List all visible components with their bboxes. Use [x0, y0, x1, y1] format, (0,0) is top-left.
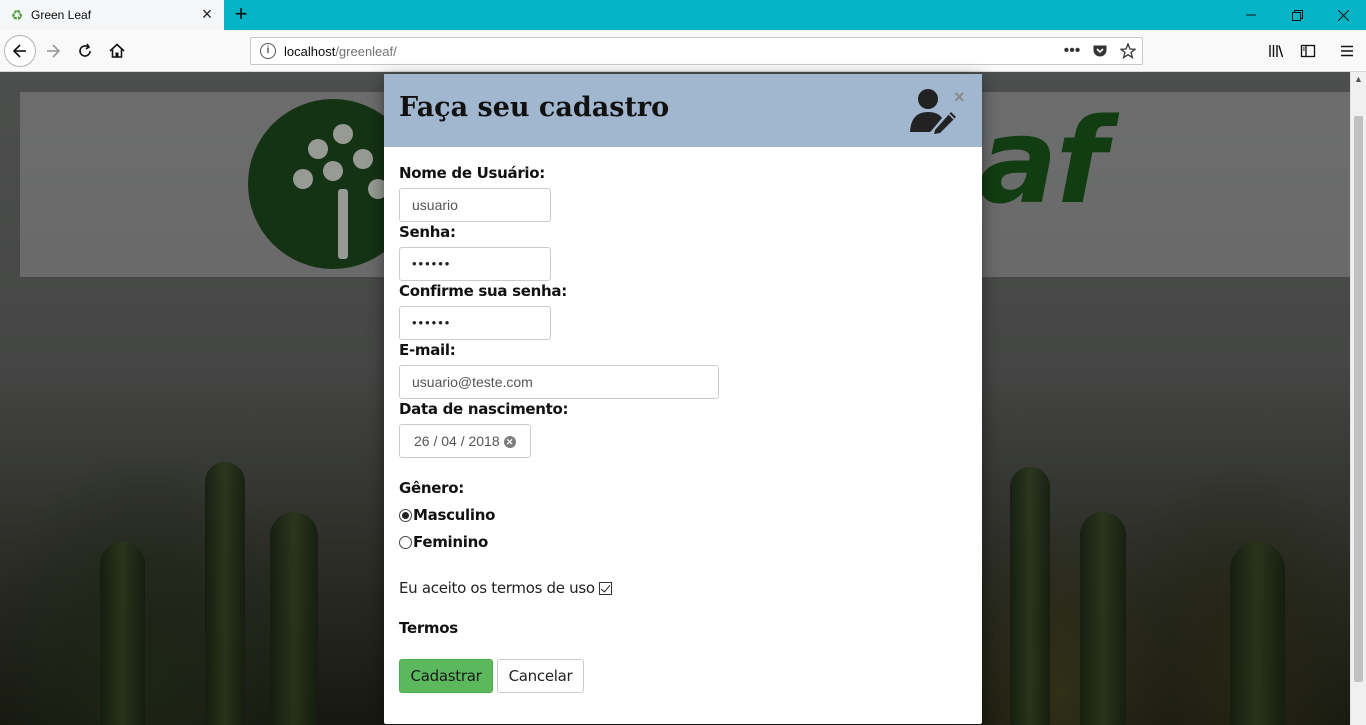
navigation-toolbar: i localhost/greenleaf/ ••• [0, 30, 1366, 72]
modal-header: Faça seu cadastro × [384, 74, 982, 147]
browser-tab[interactable]: ♻ Green Leaf × [0, 0, 224, 30]
tab-close-icon[interactable]: × [199, 5, 215, 23]
email-label: E-mail: [399, 341, 456, 359]
tab-title: Green Leaf [31, 8, 92, 22]
page-actions-icon[interactable]: ••• [1058, 42, 1086, 60]
clear-date-icon[interactable]: ✕ [503, 436, 516, 449]
recycle-favicon-icon: ♻ [10, 7, 24, 23]
reload-icon[interactable] [69, 35, 101, 67]
scroll-up-icon[interactable]: ▲ [1354, 74, 1363, 84]
radio-checked-icon[interactable] [399, 508, 412, 522]
url-text[interactable]: localhost/greenleaf/ [284, 44, 1058, 59]
sidebar-icon[interactable] [1292, 35, 1324, 67]
password-input[interactable]: •••••• [399, 247, 551, 281]
radio-unchecked-icon[interactable] [399, 535, 412, 549]
username-label: Nome de Usuário: [399, 164, 545, 182]
birthdate-value: 26 / 04 / 2018 [414, 433, 500, 449]
confirm-password-label: Confirme sua senha: [399, 282, 567, 300]
minimize-icon[interactable] [1228, 0, 1274, 30]
address-bar[interactable]: i localhost/greenleaf/ ••• [250, 37, 1143, 65]
gender-option-feminino[interactable]: Feminino [399, 533, 488, 551]
gender-option-label: Feminino [413, 533, 488, 551]
library-icon[interactable] [1260, 35, 1292, 67]
bookmark-star-icon[interactable] [1114, 43, 1142, 59]
birthdate-label: Data de nascimento: [399, 400, 569, 418]
terms-accept-row: Eu aceito os termos de uso [399, 579, 612, 597]
terms-link[interactable]: Termos [399, 619, 458, 637]
user-edit-icon [910, 89, 956, 134]
email-input[interactable]: usuario@teste.com [399, 365, 719, 399]
back-arrow-icon[interactable] [4, 35, 36, 67]
page-scrollbar[interactable]: ▲ [1350, 72, 1366, 725]
terms-checkbox[interactable] [598, 581, 612, 595]
scroll-thumb[interactable] [1354, 116, 1363, 682]
modal-close-icon[interactable]: × [954, 88, 965, 106]
modal-title: Faça seu cadastro [399, 92, 670, 123]
terms-accept-label: Eu aceito os termos de uso [399, 579, 595, 597]
gender-option-masculino[interactable]: Masculino [399, 506, 495, 524]
forward-arrow-icon[interactable] [37, 35, 69, 67]
new-tab-icon[interactable]: + [230, 3, 252, 25]
tab-bar: ♻ Green Leaf × + [0, 0, 1366, 30]
birthdate-input[interactable]: 26 / 04 / 2018 ✕ [399, 424, 531, 458]
close-window-icon[interactable] [1320, 0, 1366, 30]
menu-hamburger-icon[interactable] [1331, 35, 1363, 67]
gender-option-label: Masculino [413, 506, 496, 524]
registration-modal: Faça seu cadastro × Nome de Usuário: usu… [384, 74, 982, 724]
username-input[interactable]: usuario [399, 188, 551, 222]
password-label: Senha: [399, 223, 456, 241]
restore-icon[interactable] [1274, 0, 1320, 30]
gender-label: Gênero: [399, 479, 464, 497]
pocket-icon[interactable] [1086, 43, 1114, 59]
cancel-button[interactable]: Cancelar [497, 659, 584, 693]
site-info-icon[interactable]: i [260, 43, 276, 59]
confirm-password-input[interactable]: •••••• [399, 306, 551, 340]
home-icon[interactable] [101, 35, 133, 67]
register-button[interactable]: Cadastrar [399, 659, 493, 693]
